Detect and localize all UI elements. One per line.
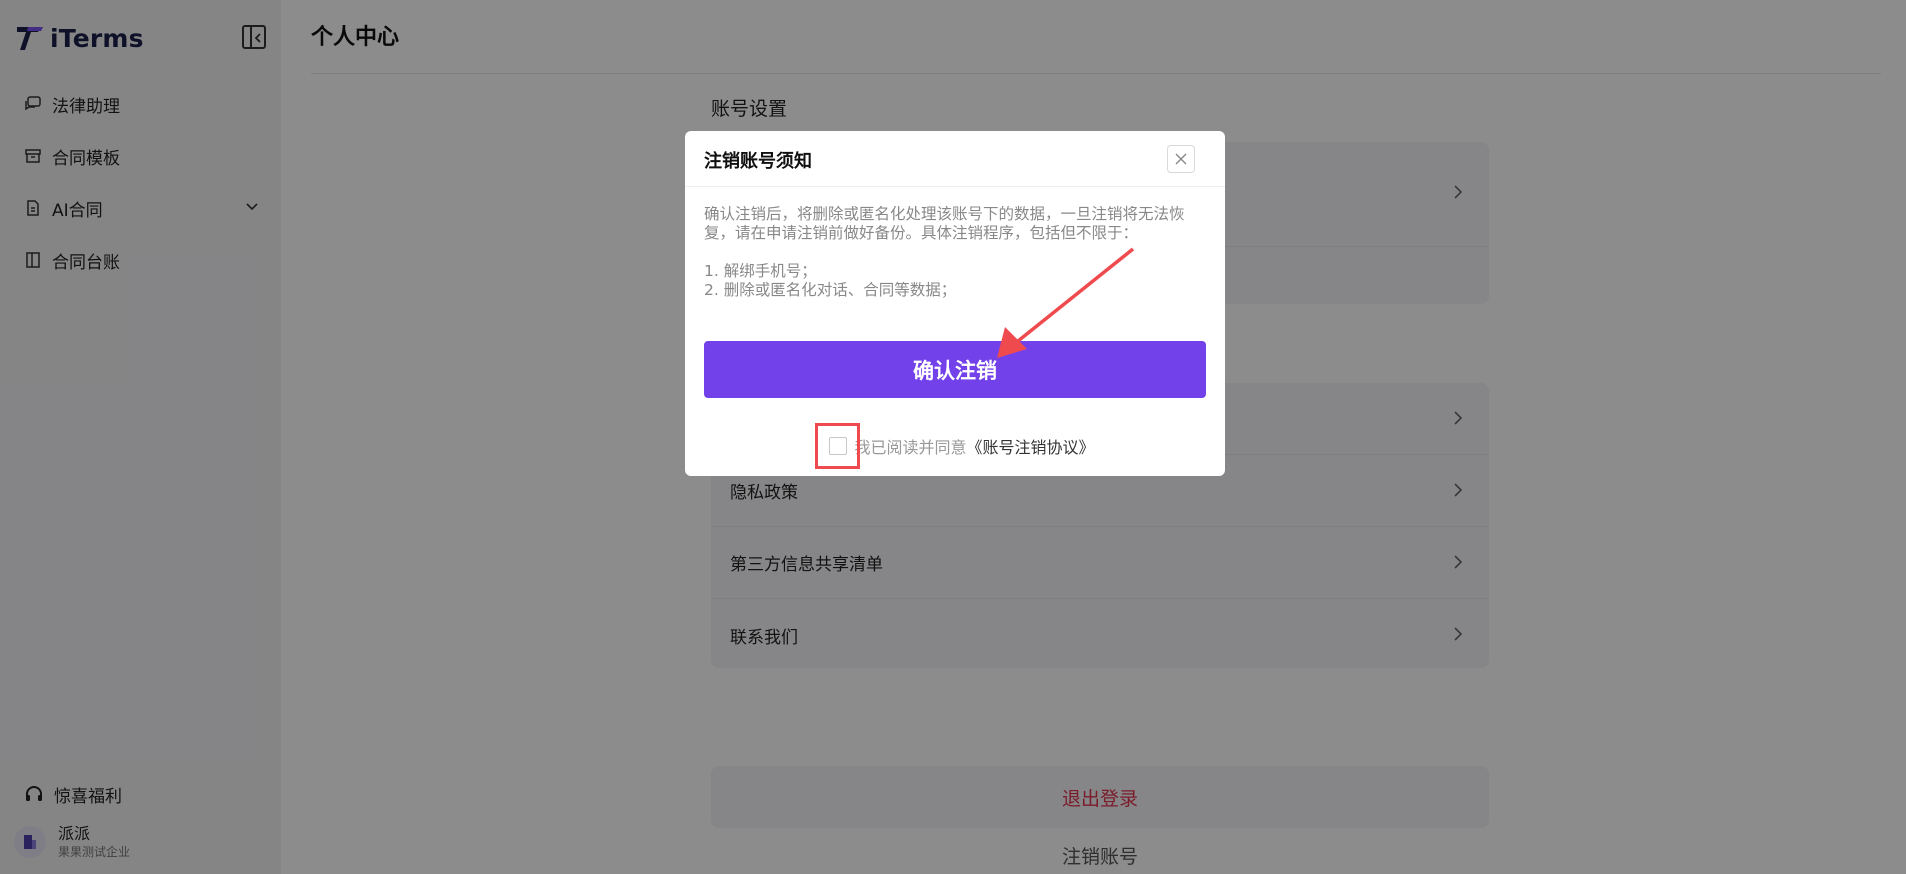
cancel-account-modal: 注销账号须知 确认注销后，将删除或匿名化处理该账号下的数据，一旦注销将无法恢复，…	[685, 131, 1225, 476]
modal-divider	[685, 186, 1225, 187]
checkbox-highlight	[815, 423, 861, 469]
agree-text: 我已阅读并同意	[854, 438, 967, 457]
agreement-row: 我已阅读并同意 《账号注销协议》	[685, 423, 1225, 469]
modal-notice-text: 确认注销后，将删除或匿名化处理该账号下的数据，一旦注销将无法恢复，请在申请注销前…	[704, 205, 1185, 242]
agreement-link[interactable]: 《账号注销协议》	[967, 434, 1095, 458]
agree-checkbox[interactable]	[828, 437, 847, 455]
close-icon	[1175, 153, 1187, 165]
modal-title: 注销账号须知	[704, 151, 812, 172]
annotation-arrow-icon	[997, 247, 1135, 358]
modal-close-button[interactable]	[1167, 145, 1195, 173]
